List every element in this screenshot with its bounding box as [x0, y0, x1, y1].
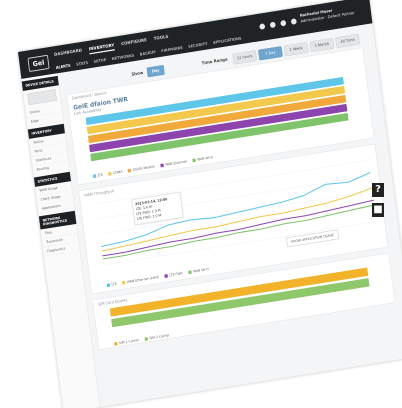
legend-label: LTE: [97, 172, 104, 178]
legend-swatch: [127, 168, 132, 173]
legend-item: SIM 2 Carrier: [144, 333, 170, 341]
subnav-item[interactable]: ALERTS: [56, 64, 71, 70]
legend-label: LTE: [111, 281, 117, 287]
subnav-item[interactable]: APPLICATIONS: [213, 37, 242, 46]
legend-label: 3G/4G Modem: [132, 164, 156, 172]
grid-line: [103, 221, 377, 266]
user-menu[interactable]: Nathaniel Moser Administrator · Default …: [300, 3, 364, 24]
toolbar-icons: [256, 18, 297, 32]
nav-item[interactable]: INVENTORY: [88, 43, 115, 55]
legend-swatch: [160, 163, 164, 168]
time-range-button[interactable]: All Time: [335, 33, 361, 49]
main-content: Show Day Time Range 12 hours1 Day1 Week1…: [64, 31, 396, 356]
bell-icon[interactable]: [280, 19, 287, 27]
legend-item: WAN Wi-Fi: [192, 155, 214, 163]
nav-item[interactable]: TOOLS: [154, 34, 169, 41]
legend-item: LTE: [92, 172, 104, 178]
brand-logo[interactable]: Gel: [27, 54, 50, 72]
subnav-item[interactable]: SETUP: [93, 58, 106, 64]
subnav-item[interactable]: STATS: [76, 61, 89, 67]
legend-item: WAN Ethernet (eth0): [121, 275, 160, 285]
legend-label: SIM 2 Carrier: [149, 333, 170, 341]
legend-swatch: [192, 158, 196, 163]
subnav-item[interactable]: NETWORKS: [112, 54, 135, 62]
legend-item: SIM 1 Carrier: [114, 338, 139, 346]
legend-label: WAN Wi-Fi: [192, 267, 210, 274]
time-range-button[interactable]: 1 Day: [258, 46, 283, 61]
legend-item: 3G/4G Modem: [127, 164, 156, 173]
show-select[interactable]: Day: [146, 64, 165, 78]
time-range-label: Time Range: [201, 57, 228, 66]
legend-item: WAN Ethernet: [160, 159, 188, 168]
time-range-button[interactable]: 1 Week: [283, 42, 309, 57]
legend-swatch: [92, 174, 97, 178]
search-icon[interactable]: [259, 23, 266, 30]
legend-label: LTE FWD: [169, 271, 184, 278]
legend-label: WAN Ethernet (eth0): [126, 275, 160, 284]
gear-icon[interactable]: [269, 21, 276, 29]
legend-swatch: [188, 270, 192, 274]
legend-swatch: [106, 283, 111, 287]
time-range-button[interactable]: 12 hours: [232, 50, 258, 65]
help-question-icon[interactable]: ?: [372, 183, 384, 197]
legend-item: WAN Wi-Fi: [188, 267, 209, 274]
legend-item: CDMA: [108, 170, 123, 176]
legend-item: LTE: [106, 281, 117, 287]
floating-tools: ? ■: [372, 183, 384, 223]
device-thumbnail: [27, 89, 57, 106]
subnav-item[interactable]: BACKUP: [140, 50, 157, 57]
legend-item: LTE FWD: [164, 271, 183, 278]
dashboard-page: Gel DASHBOARD INVENTORY CONFIGURE TOOLS ALE…: [18, 0, 402, 408]
legend-label: WAN Wi-Fi: [196, 155, 214, 162]
legend-swatch: [164, 273, 169, 278]
screenshot-stage: Gel DASHBOARD INVENTORY CONFIGURE TOOLS ALE…: [0, 0, 402, 408]
legend-swatch: [108, 171, 112, 176]
nav-item[interactable]: CONFIGURE: [121, 38, 147, 47]
help-icon[interactable]: [290, 18, 297, 25]
legend-label: SIM 1 Carrier: [118, 338, 140, 346]
legend-swatch: [114, 341, 118, 346]
time-range-button[interactable]: 1 Month: [309, 37, 335, 53]
legend-label: CDMA: [112, 169, 123, 175]
legend-label: WAN Ethernet: [164, 159, 188, 167]
subnav-item[interactable]: FIRMWARE: [161, 46, 183, 54]
show-label: Show: [131, 70, 144, 77]
legend-swatch: [121, 280, 126, 285]
subnav-item[interactable]: SECURITY: [188, 42, 208, 49]
feedback-icon[interactable]: ■: [372, 203, 384, 217]
legend-swatch: [144, 336, 149, 341]
nav-item[interactable]: DASHBOARD: [54, 48, 82, 57]
